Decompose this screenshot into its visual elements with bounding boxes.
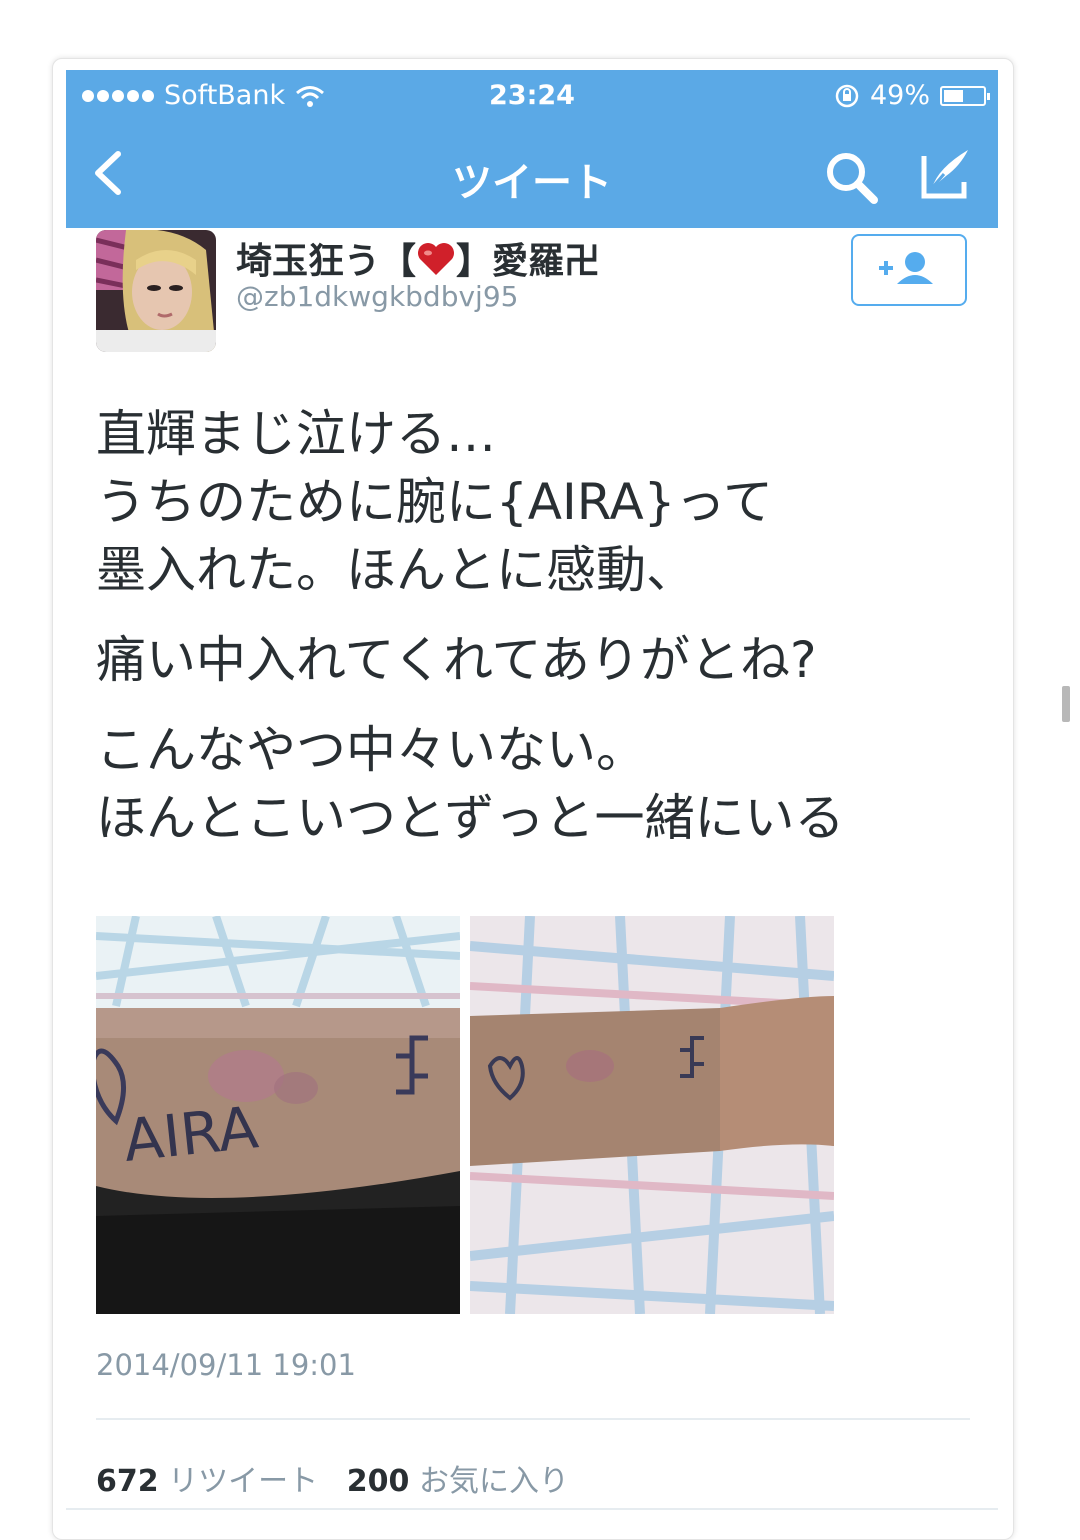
nav-bar: ツイート — [66, 122, 998, 228]
tweet-line: ほんとこいつとずっと一緒にいる — [96, 789, 845, 847]
tweet-text: 直輝まじ泣ける… うちのために腕に{AIRA}って 墨入れた。ほんとに感動、 痛… — [96, 400, 976, 852]
heart-icon — [418, 243, 455, 275]
user-handle[interactable]: @zb1dkwgkbdbvj95 — [236, 280, 518, 313]
add-user-icon — [879, 252, 933, 284]
tweet-line: 墨入れた。ほんとに感動、 — [96, 541, 696, 599]
tweet-media[interactable]: AIRA — [96, 916, 834, 1314]
user-name-prefix: 埼玉狂う【 — [236, 241, 417, 282]
tweet-line: こんなやつ中々いない。 — [96, 721, 646, 779]
avatar[interactable] — [96, 230, 216, 352]
status-bar: SoftBank 23:24 49% — [66, 70, 998, 122]
tweet-photo-2[interactable] — [470, 916, 834, 1314]
rotation-lock-icon — [835, 84, 859, 107]
battery-fill — [944, 89, 963, 102]
tweet-line: 痛い中入れてくれてありがとね? — [96, 631, 817, 689]
phone-screen: SoftBank 23:24 49% ツイート 埼玉狂う【 】愛羅卍 @zb1d… — [66, 70, 998, 1530]
scrollbar[interactable] — [1062, 686, 1070, 722]
divider — [96, 1418, 970, 1420]
favorite-label[interactable]: お気に入り — [419, 1464, 569, 1499]
battery-percent: 49% — [869, 80, 930, 111]
retweet-count[interactable]: 672 — [96, 1464, 159, 1499]
tweet-stats: 672 リツイート 200 お気に入り — [96, 1456, 569, 1500]
tweet-photo-1[interactable]: AIRA — [96, 916, 460, 1314]
tweet-timestamp: 2014/09/11 19:01 — [96, 1348, 356, 1382]
search-icon[interactable] — [822, 148, 882, 208]
status-right: 49% — [834, 80, 990, 111]
divider — [66, 1508, 998, 1510]
user-name-suffix: 】愛羅卍 — [456, 241, 601, 282]
battery-icon — [940, 85, 990, 106]
tweet-line: うちのために腕に{AIRA}って — [96, 473, 773, 531]
follow-button[interactable] — [851, 234, 967, 306]
tweet-line: 直輝まじ泣ける… — [96, 405, 496, 463]
user-display-name[interactable]: 埼玉狂う【 】愛羅卍 — [236, 232, 600, 284]
retweet-label[interactable]: リツイート — [168, 1464, 318, 1499]
favorite-count[interactable]: 200 — [347, 1464, 410, 1499]
compose-icon[interactable] — [916, 144, 976, 204]
photo-tattoo-text: AIRA — [120, 1093, 261, 1175]
